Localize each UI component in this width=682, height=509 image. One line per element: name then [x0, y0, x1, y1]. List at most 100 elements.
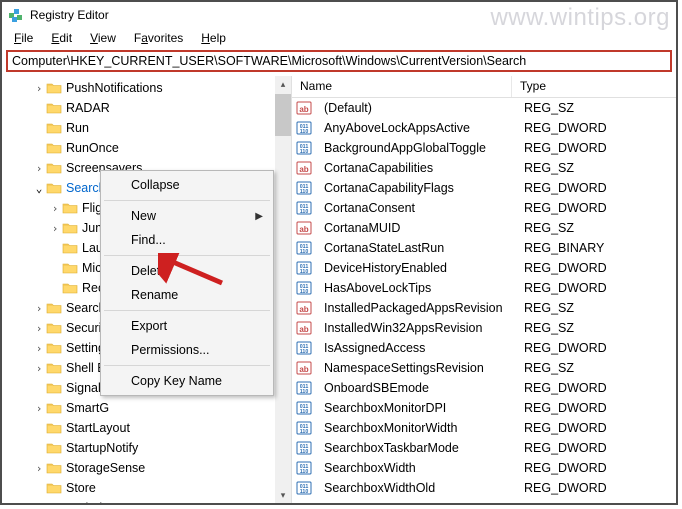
- folder-icon: [46, 301, 62, 315]
- list-row[interactable]: 011110SearchboxMonitorDPIREG_DWORD: [292, 398, 676, 418]
- expander-closed-icon[interactable]: ›: [48, 202, 62, 215]
- col-header-type[interactable]: Type: [512, 76, 632, 97]
- app-icon: [8, 7, 24, 23]
- list-row[interactable]: abCortanaCapabilitiesREG_SZ: [292, 158, 676, 178]
- scroll-down-arrow[interactable]: ▾: [275, 487, 291, 503]
- reg-binary-icon: 011110: [296, 420, 312, 436]
- list-row[interactable]: abInstalledPackagedAppsRevisionREG_SZ: [292, 298, 676, 318]
- list-row[interactable]: 011110CortanaConsentREG_DWORD: [292, 198, 676, 218]
- cell-name: SearchboxTaskbarMode: [316, 441, 516, 455]
- svg-text:110: 110: [300, 149, 309, 155]
- scroll-up-arrow[interactable]: ▴: [275, 76, 291, 92]
- context-permissions[interactable]: Permissions...: [103, 338, 271, 362]
- expander-closed-icon[interactable]: ›: [48, 222, 62, 235]
- expander-closed-icon[interactable]: ›: [32, 402, 46, 415]
- reg-binary-icon: 011110: [296, 120, 312, 136]
- menu-help[interactable]: Help: [193, 30, 234, 46]
- cell-type: REG_DWORD: [516, 401, 636, 415]
- list-row[interactable]: 011110AnyAboveLockAppsActiveREG_DWORD: [292, 118, 676, 138]
- expander-closed-icon[interactable]: ›: [32, 342, 46, 355]
- cell-name: SearchboxWidthOld: [316, 481, 516, 495]
- list-row[interactable]: 011110OnboardSBEmodeREG_DWORD: [292, 378, 676, 398]
- tree-item-label: StartLayout: [66, 421, 130, 435]
- expander-closed-icon[interactable]: ›: [32, 462, 46, 475]
- tree-item[interactable]: Run: [4, 118, 275, 138]
- context-copy-key-name[interactable]: Copy Key Name: [103, 369, 271, 393]
- cell-name: BackgroundAppGlobalToggle: [316, 141, 516, 155]
- list-row[interactable]: abNamespaceSettingsRevisionREG_SZ: [292, 358, 676, 378]
- reg-binary-icon: 011110: [296, 180, 312, 196]
- context-collapse[interactable]: Collapse: [103, 173, 271, 197]
- folder-icon: [46, 181, 62, 195]
- reg-binary-icon: 011110: [296, 260, 312, 276]
- expander-closed-icon[interactable]: ›: [32, 362, 46, 375]
- scrollbar-track[interactable]: [275, 136, 291, 487]
- cell-name: OnboardSBEmode: [316, 381, 516, 395]
- expander-closed-icon[interactable]: ›: [32, 322, 46, 335]
- reg-binary-icon: 011110: [296, 240, 312, 256]
- cell-type: REG_DWORD: [516, 261, 636, 275]
- menu-view[interactable]: View: [82, 30, 124, 46]
- list-row[interactable]: 011110 DeviceHistoryEnabledREG_DWORD: [292, 258, 676, 278]
- list-row[interactable]: 011110BackgroundAppGlobalToggleREG_DWORD: [292, 138, 676, 158]
- cell-type: REG_SZ: [516, 301, 636, 315]
- list-row[interactable]: 011110SearchboxWidthOldREG_DWORD: [292, 478, 676, 498]
- cell-type: REG_DWORD: [516, 341, 636, 355]
- expander-closed-icon[interactable]: ›: [32, 162, 46, 175]
- tree-item[interactable]: TaskFlow: [4, 498, 275, 503]
- context-new[interactable]: New▶: [103, 204, 271, 228]
- context-export[interactable]: Export: [103, 314, 271, 338]
- tree-item-label: RADAR: [66, 101, 110, 115]
- cell-name: SearchboxWidth: [316, 461, 516, 475]
- reg-binary-icon: 011110: [296, 380, 312, 396]
- folder-icon: [46, 81, 62, 95]
- cell-name: HasAboveLockTips: [316, 281, 516, 295]
- context-sep-4: [104, 365, 270, 366]
- tree-item[interactable]: › SmartG: [4, 398, 275, 418]
- tree-item-label: TaskFlow: [66, 501, 118, 503]
- list-row[interactable]: abInstalledWin32AppsRevisionREG_SZ: [292, 318, 676, 338]
- col-header-name[interactable]: Name: [292, 76, 512, 97]
- menu-edit[interactable]: Edit: [43, 30, 80, 46]
- expander-closed-icon[interactable]: ›: [32, 302, 46, 315]
- title-bar: Registry Editor: [2, 2, 676, 28]
- cell-name: DeviceHistoryEnabled: [316, 261, 516, 275]
- folder-icon: [46, 381, 62, 395]
- reg-binary-icon: 011110: [296, 480, 312, 496]
- tree-item[interactable]: ›StorageSense: [4, 458, 275, 478]
- list-row[interactable]: abCortanaMUIDREG_SZ: [292, 218, 676, 238]
- address-bar[interactable]: Computer\HKEY_CURRENT_USER\SOFTWARE\Micr…: [6, 50, 672, 72]
- list-row[interactable]: 011110HasAboveLockTipsREG_DWORD: [292, 278, 676, 298]
- list-row[interactable]: 011110SearchboxMonitorWidthREG_DWORD: [292, 418, 676, 438]
- cell-type: REG_DWORD: [516, 461, 636, 475]
- folder-icon: [46, 401, 62, 415]
- tree-scrollbar[interactable]: ▴ ▾: [275, 76, 291, 503]
- context-find[interactable]: Find...: [103, 228, 271, 252]
- tree-item-label: Run: [66, 121, 89, 135]
- tree-item[interactable]: RADAR: [4, 98, 275, 118]
- tree-item-label: SmartG: [66, 401, 109, 415]
- expander-open-icon[interactable]: ⌄: [32, 182, 46, 195]
- expander-closed-icon[interactable]: ›: [32, 82, 46, 95]
- reg-binary-icon: 011110: [296, 200, 312, 216]
- list-row[interactable]: ab(Default)REG_SZ: [292, 98, 676, 118]
- menu-file[interactable]: File: [6, 30, 41, 46]
- tree-item[interactable]: Store: [4, 478, 275, 498]
- tree-item[interactable]: RunOnce: [4, 138, 275, 158]
- tree-item[interactable]: › PushNotifications: [4, 78, 275, 98]
- tree-item[interactable]: StartLayout: [4, 418, 275, 438]
- list-row[interactable]: 011110SearchboxWidthREG_DWORD: [292, 458, 676, 478]
- cell-name: CortanaCapabilities: [316, 161, 516, 175]
- scrollbar-thumb[interactable]: [275, 94, 291, 136]
- menu-favorites[interactable]: Favorites: [126, 30, 191, 46]
- folder-icon: [62, 241, 78, 255]
- list-row[interactable]: 011110CortanaStateLastRunREG_BINARY: [292, 238, 676, 258]
- list-row[interactable]: 011110CortanaCapabilityFlagsREG_DWORD: [292, 178, 676, 198]
- tree-item-label: PushNotifications: [66, 81, 163, 95]
- list-row[interactable]: 011110SearchboxTaskbarModeREG_DWORD: [292, 438, 676, 458]
- list-row[interactable]: 011110IsAssignedAccessREG_DWORD: [292, 338, 676, 358]
- chevron-right-icon: ▶: [255, 211, 263, 222]
- reg-string-icon: ab: [296, 360, 312, 376]
- cell-type: REG_DWORD: [516, 281, 636, 295]
- tree-item[interactable]: StartupNotify: [4, 438, 275, 458]
